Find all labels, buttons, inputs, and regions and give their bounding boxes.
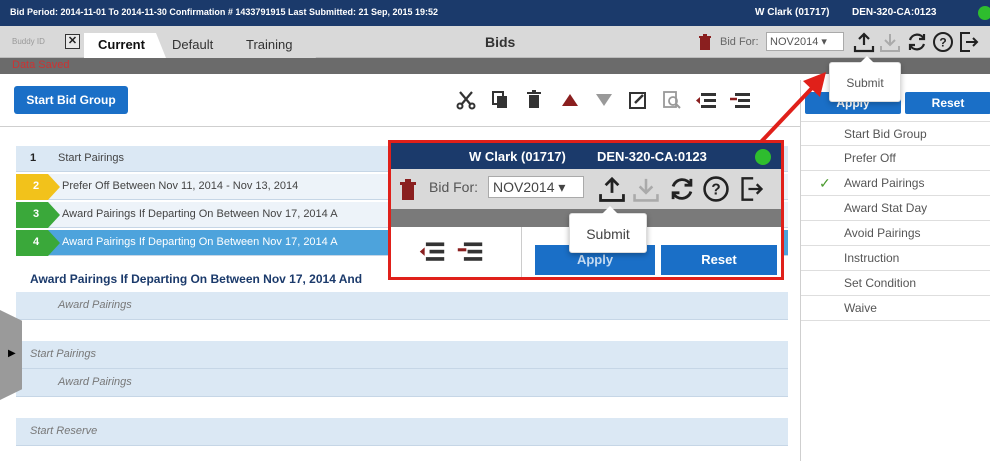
top-header-bar: Bid Period: 2014-11-01 To 2014-11-30 Con… — [0, 0, 990, 26]
menu-item-start-bid-group[interactable]: Start Bid Group — [801, 121, 990, 146]
bid-for-select[interactable]: NOV2014 ▾ — [766, 32, 844, 51]
sub-row[interactable]: Award Pairings — [16, 369, 788, 397]
trash-bid-icon[interactable] — [696, 31, 714, 53]
edit-icon[interactable] — [626, 89, 650, 111]
logout-icon[interactable] — [957, 30, 981, 54]
inset-user-base: DEN-320-CA:0123 — [597, 149, 707, 164]
row-text: Award Pairings If Departing On Between N… — [62, 236, 338, 248]
start-bid-group-button[interactable]: Start Bid Group — [14, 86, 128, 114]
menu-item-set-condition[interactable]: Set Condition — [801, 271, 990, 296]
drawer-toggle[interactable]: ▶ — [0, 310, 22, 400]
row-number: 2 — [33, 180, 40, 192]
cut-icon[interactable] — [454, 89, 478, 111]
right-panel: Apply Reset Start Bid Group Prefer Off ✓… — [800, 80, 990, 461]
bid-period-info: Bid Period: 2014-11-01 To 2014-11-30 Con… — [10, 7, 439, 17]
sub-row-text: Award Pairings — [58, 299, 132, 311]
row-tag: 2 — [16, 174, 60, 200]
sub-row[interactable]: Award Pairings — [16, 292, 788, 320]
status-indicator-icon — [755, 149, 771, 165]
tab-default[interactable]: Default — [158, 33, 238, 58]
user-base: DEN-320-CA:0123 — [852, 7, 937, 18]
indent-icon[interactable] — [728, 89, 752, 111]
reset-button[interactable]: Reset — [661, 245, 777, 275]
inset-header: W Clark (01717) DEN-320-CA:0123 — [391, 143, 781, 169]
chevron-right-icon: ▶ — [8, 348, 16, 359]
bid-for-value: NOV2014 — [770, 36, 819, 48]
download-icon[interactable] — [631, 174, 661, 204]
menu-item-avoid-pairings[interactable]: Avoid Pairings — [801, 221, 990, 246]
copy-icon[interactable] — [488, 89, 512, 111]
menu-item-label: Award Pairings — [844, 176, 925, 190]
sub-row-text: Award Pairings — [58, 376, 132, 388]
user-name: W Clark (01717) — [755, 7, 830, 18]
sub-row[interactable]: Start Pairings — [16, 341, 788, 369]
status-message: Data Saved — [12, 59, 70, 71]
svg-text:?: ? — [711, 182, 720, 199]
menu-item-prefer-off[interactable]: Prefer Off — [801, 146, 990, 171]
move-up-icon[interactable] — [558, 89, 582, 111]
indent-icon[interactable] — [455, 239, 485, 263]
submit-icon[interactable] — [852, 30, 876, 54]
sub-row-text: Start Pairings — [30, 348, 97, 360]
inset-toolbar: Bid For: NOV2014 ▾ ? — [391, 169, 781, 209]
trash-bid-icon[interactable] — [397, 177, 419, 203]
bid-for-select[interactable]: NOV2014 ▾ — [488, 176, 584, 198]
status-indicator-icon — [978, 6, 990, 20]
outdent-icon[interactable] — [694, 89, 718, 111]
row-number: 4 — [33, 236, 40, 248]
menu-item-waive[interactable]: Waive — [801, 296, 990, 321]
bid-for-value: NOV2014 — [493, 179, 555, 195]
sub-row-text: Start Reserve — [30, 425, 98, 437]
download-icon[interactable] — [878, 30, 902, 54]
row-number: 1 — [30, 152, 37, 164]
selected-bid-detail: Award Pairings If Departing On Between N… — [30, 272, 363, 286]
edit-toolbar — [450, 87, 780, 113]
row-text: Start Pairings — [58, 152, 125, 164]
page-title: Bids — [485, 34, 516, 50]
submit-tooltip: Submit — [829, 56, 901, 102]
delete-icon[interactable] — [522, 89, 546, 111]
help-icon[interactable]: ? — [931, 30, 955, 54]
bid-for-label: Bid For: — [429, 179, 479, 195]
logout-icon[interactable] — [737, 174, 767, 204]
menu-item-award-pairings[interactable]: ✓ Award Pairings — [801, 171, 990, 196]
row-tag: 4 — [16, 230, 60, 256]
tab-bar: Buddy ID ✕ Training Default Current Bids… — [0, 26, 990, 58]
submit-tooltip: Submit — [569, 206, 647, 253]
tab-current[interactable]: Current — [84, 33, 166, 58]
help-icon[interactable]: ? — [701, 174, 731, 204]
reset-button[interactable]: Reset — [905, 92, 990, 114]
preview-icon[interactable] — [660, 89, 684, 111]
menu-item-award-stat-day[interactable]: Award Stat Day — [801, 196, 990, 221]
zoomed-inset: W Clark (01717) DEN-320-CA:0123 Bid For:… — [388, 140, 784, 280]
menu-item-instruction[interactable]: Instruction — [801, 246, 990, 271]
bid-for-label: Bid For: — [720, 36, 759, 48]
row-text: Prefer Off Between Nov 11, 2014 - Nov 13… — [62, 180, 299, 192]
outdent-icon[interactable] — [417, 239, 447, 263]
submit-icon[interactable] — [597, 174, 627, 204]
check-icon: ✓ — [819, 175, 831, 191]
move-down-icon[interactable] — [592, 89, 616, 111]
row-tag: 3 — [16, 202, 60, 228]
inset-divider — [521, 227, 522, 277]
tab-training[interactable]: Training — [232, 33, 316, 58]
close-icon[interactable]: ✕ — [65, 34, 80, 49]
row-text: Award Pairings If Departing On Between N… — [62, 208, 338, 220]
refresh-icon[interactable] — [905, 30, 929, 54]
section-divider — [0, 126, 800, 127]
refresh-icon[interactable] — [667, 174, 697, 204]
buddy-id-label: Buddy ID — [12, 37, 45, 46]
svg-text:?: ? — [939, 36, 946, 50]
row-number: 3 — [33, 208, 40, 220]
inset-user-name: W Clark (01717) — [469, 149, 566, 164]
sub-row[interactable]: Start Reserve — [16, 418, 788, 446]
